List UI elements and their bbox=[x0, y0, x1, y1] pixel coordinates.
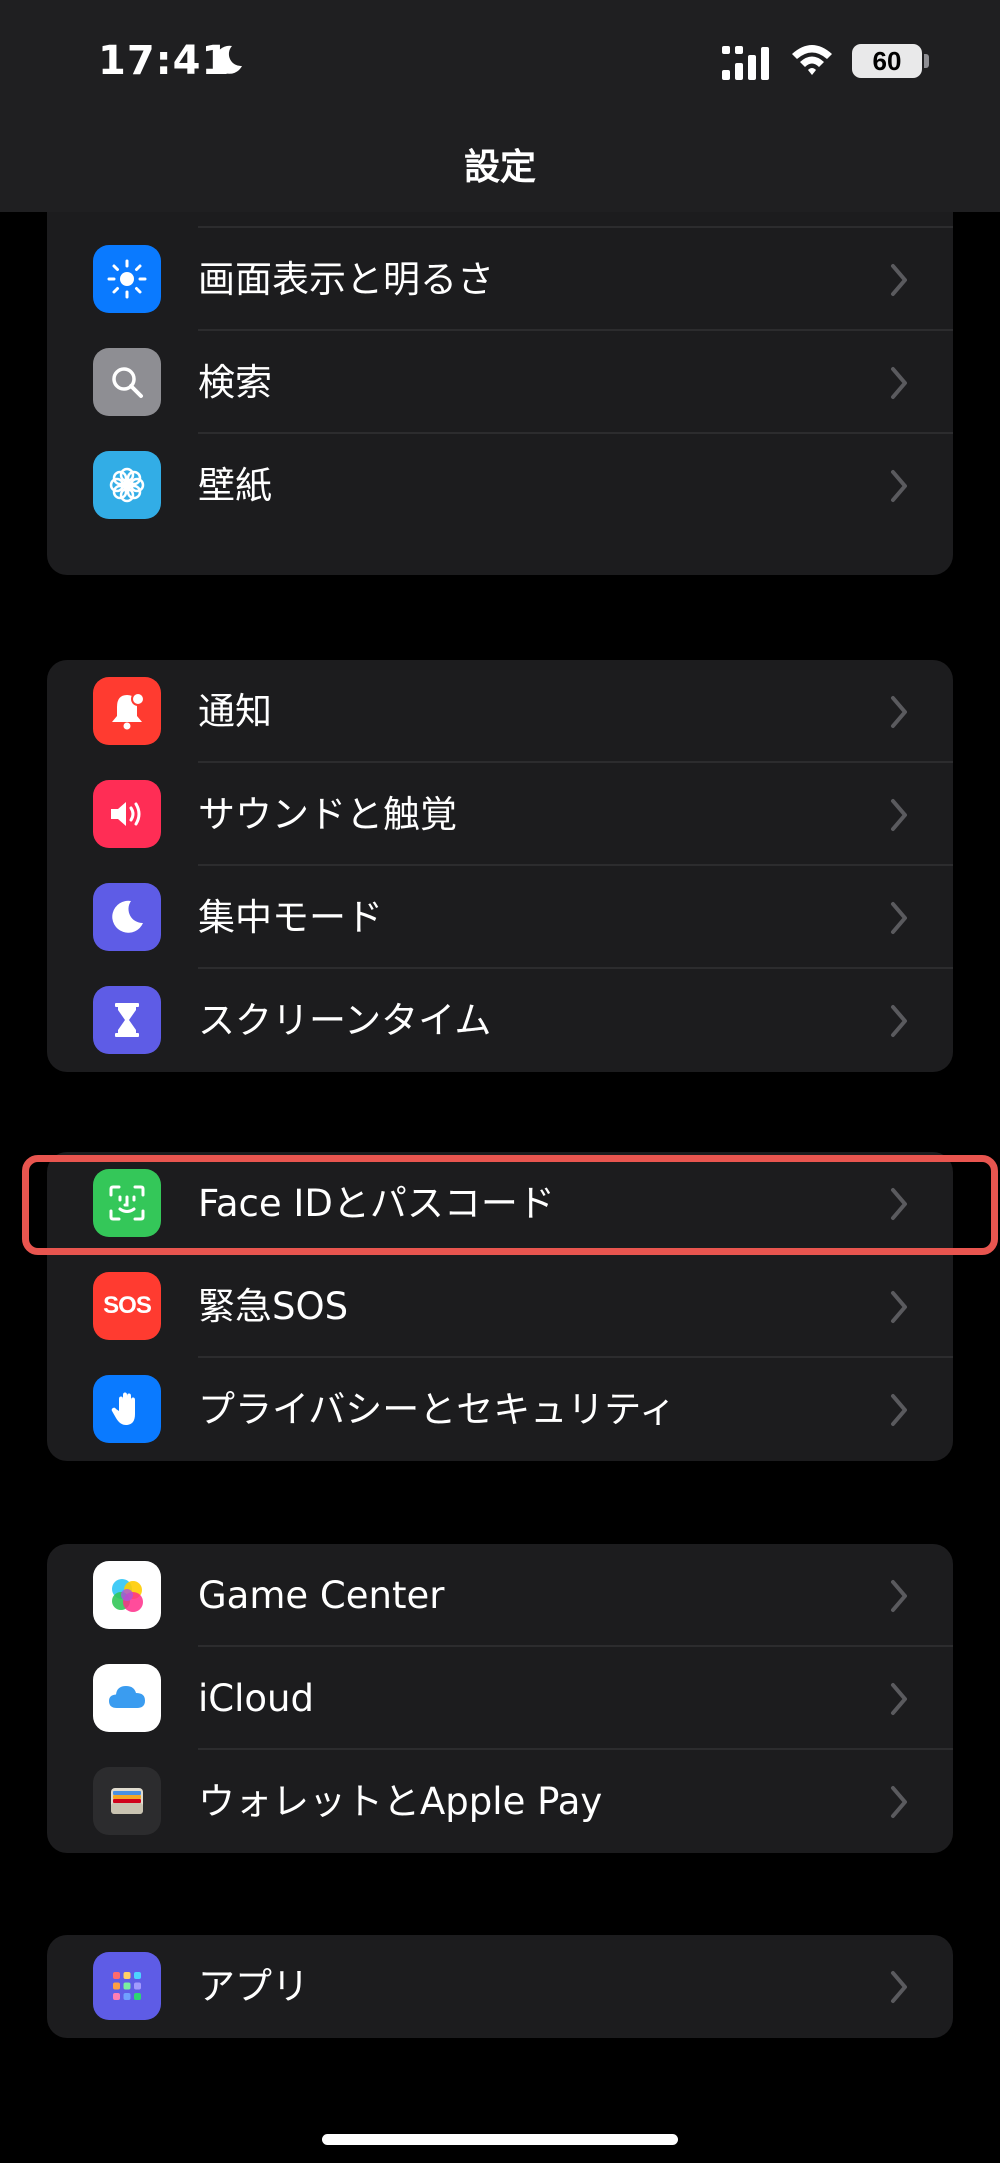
settings-row-label: 集中モード bbox=[198, 896, 383, 939]
settings-row-label: 通知 bbox=[198, 690, 272, 733]
settings-row-label: 壁紙 bbox=[198, 464, 272, 507]
icloud-icon bbox=[93, 1664, 161, 1732]
speaker-icon bbox=[93, 780, 161, 848]
settings-row-notifications[interactable]: 通知 bbox=[47, 660, 953, 763]
settings-row-label: iCloud bbox=[198, 1677, 314, 1720]
chevron-right-icon bbox=[891, 1005, 907, 1037]
chevron-right-icon bbox=[891, 1786, 907, 1818]
settings-row-search[interactable]: 検索 bbox=[47, 331, 953, 434]
settings-row-icloud[interactable]: iCloud bbox=[47, 1647, 953, 1750]
settings-row-wallet-apple-pay[interactable]: ウォレットとApple Pay bbox=[47, 1750, 953, 1853]
wallet-icon bbox=[93, 1767, 161, 1835]
battery-tip bbox=[924, 54, 929, 68]
sos-icon: SOS bbox=[93, 1272, 161, 1340]
battery-indicator: 60 bbox=[852, 44, 922, 78]
navigation-bar: 設定 bbox=[0, 120, 1000, 212]
settings-row-focus[interactable]: 集中モード bbox=[47, 866, 953, 969]
apps-grid-icon bbox=[93, 1952, 161, 2020]
status-bar: 17:41 60 bbox=[0, 0, 1000, 120]
settings-row-label: ウォレットとApple Pay bbox=[198, 1780, 603, 1823]
settings-row-label: 画面表示と明るさ bbox=[198, 258, 494, 301]
sos-icon-text: SOS bbox=[103, 1292, 152, 1319]
chevron-right-icon bbox=[891, 1580, 907, 1612]
game-center-icon bbox=[93, 1561, 161, 1629]
settings-group-display: ホーム画面とアプリライブラリ 画面表示と明るさ 検索 壁紙 bbox=[47, 170, 953, 575]
chevron-right-icon bbox=[891, 1971, 907, 2003]
notification-bell-icon bbox=[93, 677, 161, 745]
chevron-right-icon bbox=[891, 1394, 907, 1426]
chevron-right-icon bbox=[891, 470, 907, 502]
chevron-right-icon bbox=[891, 799, 907, 831]
settings-row-display-brightness[interactable]: 画面表示と明るさ bbox=[47, 228, 953, 331]
settings-row-privacy-security[interactable]: プライバシーとセキュリティ bbox=[47, 1358, 953, 1461]
settings-row-label: Game Center bbox=[198, 1574, 445, 1617]
settings-row-label: スクリーンタイム bbox=[198, 999, 492, 1042]
settings-row-emergency-sos[interactable]: SOS 緊急SOS bbox=[47, 1255, 953, 1358]
settings-group-notifications: 通知 サウンドと触覚 集中モード スクリーンタイム bbox=[47, 660, 953, 1072]
settings-row-label: プライバシーとセキュリティ bbox=[198, 1388, 677, 1431]
wallpaper-icon bbox=[93, 451, 161, 519]
moon-icon bbox=[93, 883, 161, 951]
settings-row-label: 緊急SOS bbox=[198, 1285, 349, 1328]
chevron-right-icon bbox=[891, 902, 907, 934]
chevron-right-icon bbox=[891, 367, 907, 399]
settings-row-wallpaper[interactable]: 壁紙 bbox=[47, 434, 953, 537]
chevron-right-icon bbox=[891, 264, 907, 296]
settings-row-label: 検索 bbox=[198, 361, 272, 404]
home-indicator[interactable] bbox=[322, 2134, 678, 2145]
settings-row-game-center[interactable]: Game Center bbox=[47, 1544, 953, 1647]
settings-group-services: Game Center iCloud ウォレットとApple Pay bbox=[47, 1544, 953, 1853]
settings-row-sounds-haptics[interactable]: サウンドと触覚 bbox=[47, 763, 953, 866]
search-icon bbox=[93, 348, 161, 416]
hand-icon bbox=[93, 1375, 161, 1443]
settings-group-apps: アプリ bbox=[47, 1935, 953, 2038]
chevron-right-icon bbox=[891, 696, 907, 728]
settings-row-apps[interactable]: アプリ bbox=[47, 1935, 953, 2038]
highlight-box bbox=[22, 1155, 998, 1255]
settings-row-label: アプリ bbox=[198, 1965, 309, 2008]
settings-row-screen-time[interactable]: スクリーンタイム bbox=[47, 969, 953, 1072]
wifi-icon bbox=[792, 45, 832, 75]
chevron-right-icon bbox=[891, 1683, 907, 1715]
brightness-icon bbox=[93, 245, 161, 313]
cellular-signal-icon bbox=[722, 46, 769, 80]
settings-row-label: サウンドと触覚 bbox=[198, 793, 457, 836]
hourglass-icon bbox=[93, 986, 161, 1054]
chevron-right-icon bbox=[891, 1291, 907, 1323]
page-title: 設定 bbox=[463, 147, 536, 188]
focus-moon-icon bbox=[215, 45, 242, 74]
